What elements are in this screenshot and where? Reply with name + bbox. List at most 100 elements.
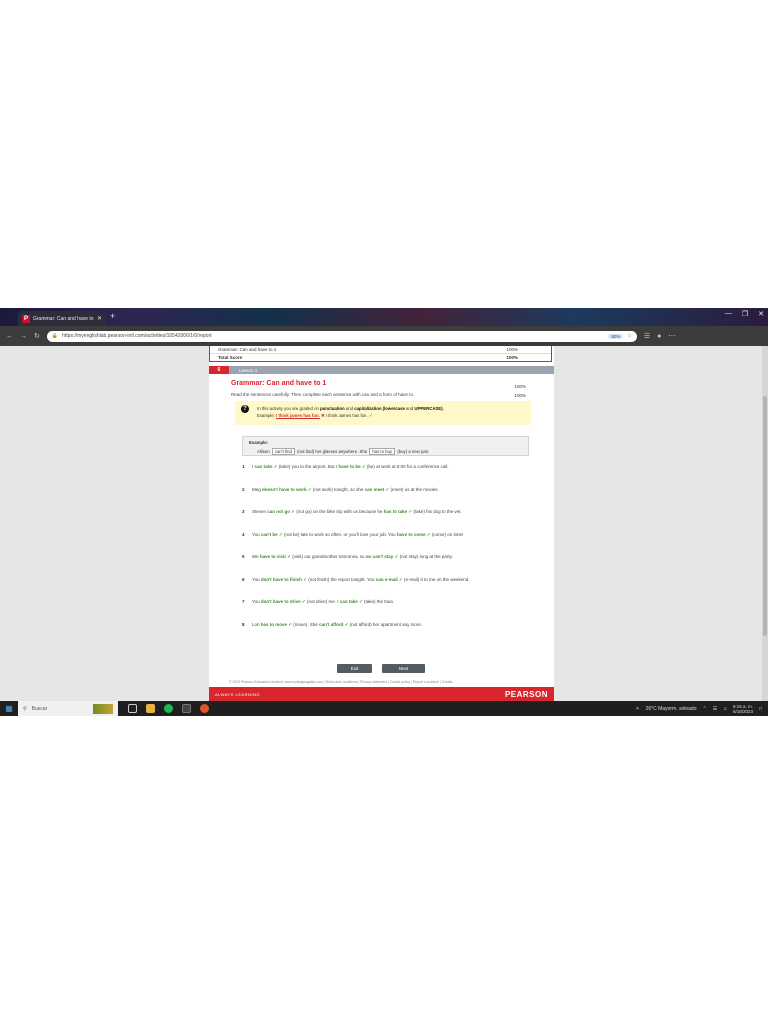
taskbar-clock[interactable]: 9:15 a. m. 6/18/2023 xyxy=(733,704,753,714)
browser-address-bar: ← → ↻ 🔒 https://myenglishlab.pearson-int… xyxy=(0,326,768,346)
correct-answer: doesn't have to work ✓ xyxy=(262,486,312,492)
sentence-text: You xyxy=(252,599,261,604)
question-sentence: Steven can not go ✓ (not go) on the bike… xyxy=(252,509,542,515)
file-explorer-icon[interactable] xyxy=(146,704,155,713)
question-sentence: Meg doesn't have to work ✓ (not work) to… xyxy=(252,487,542,493)
search-icon: ⚲ xyxy=(23,705,27,712)
lesson-bar: 6 Lesson 1 xyxy=(209,366,554,374)
next-button[interactable]: Next xyxy=(382,664,425,673)
correct-answer: can take ✓ xyxy=(254,464,278,469)
sentence-text: (not go) on the bike trip with us becaus… xyxy=(295,509,384,514)
question-number: 7 xyxy=(242,599,245,604)
hint-bold-uppercase: UPPERCASE). xyxy=(414,406,444,411)
question-item: 8 Lori has to move ✓ (move). She can't af… xyxy=(242,622,542,645)
spotify-icon[interactable] xyxy=(164,704,173,713)
question-sentence: I can take ✓ (take) you to the airport. … xyxy=(252,464,542,470)
check-icon: ✓ xyxy=(368,413,373,418)
browser-icon[interactable] xyxy=(200,704,209,713)
question-item: 4 You can't be ✓ (not be) late to work so… xyxy=(242,532,542,555)
taskbar-search[interactable]: ⚲ Buscar xyxy=(18,701,118,716)
correct-answer: have to be ✓ xyxy=(338,464,366,469)
hint-text-a: In this activity you are graded on xyxy=(257,406,321,411)
sentence-text: You xyxy=(252,576,261,582)
network-icon[interactable]: ☰ xyxy=(713,706,717,712)
sentence-text: (visit) our grandmother tomorrow, so we xyxy=(290,554,373,559)
example-answer-2: has to buy xyxy=(369,448,396,455)
exercise-title: Grammar: Can and have to 1 xyxy=(231,380,327,387)
url-field[interactable]: 🔒 https://myenglishlab.pearson-intl.com/… xyxy=(46,330,637,342)
sentence-text: (be) at work at 8:00 for a conference ca… xyxy=(365,464,449,469)
question-sentence: You don't have to drive ✓ (not drive) me… xyxy=(252,599,542,605)
task-view-icon[interactable] xyxy=(128,704,137,713)
weather-text[interactable]: 26°C Mayorm. soleado xyxy=(646,706,697,712)
windows-start-icon[interactable]: ▦ xyxy=(0,704,18,713)
sentence-text: (meet) us at the movies. xyxy=(389,486,439,492)
tray-chevron-icon[interactable]: ⌃ xyxy=(703,706,707,712)
close-window-icon[interactable]: ✕ xyxy=(758,310,764,318)
question-number: 8 xyxy=(242,621,245,627)
question-number: 4 xyxy=(242,531,245,537)
new-tab-button[interactable]: + xyxy=(110,311,115,321)
system-tray: ☀ 26°C Mayorm. soleado ⌃ ☰ ♫ 9:15 a. m. … xyxy=(635,704,768,714)
score-value: 100% xyxy=(506,347,518,352)
instructions-percent: 100% xyxy=(514,393,526,398)
volume-icon[interactable]: ♫ xyxy=(723,706,727,712)
extensions-icon[interactable]: ☰ xyxy=(644,332,650,340)
footer-links[interactable]: © 2023 Pearson Education Limited | www.m… xyxy=(229,680,539,684)
total-score-row: Total Score 100% xyxy=(210,353,551,360)
question-item: 3 Steven can not go ✓ (not go) on the bik… xyxy=(242,509,542,532)
correct-answer: can't be ✓ xyxy=(260,531,283,537)
exit-button[interactable]: Exit xyxy=(337,664,372,673)
hint-bold-lowercase: capitalization (lowercase xyxy=(354,406,405,411)
page-scrollbar[interactable] xyxy=(762,346,768,701)
minimize-icon[interactable]: — xyxy=(725,310,732,318)
total-score-value: 100% xyxy=(506,354,518,360)
sentence-text: (come) on time! xyxy=(430,531,464,537)
close-tab-icon[interactable]: ✕ xyxy=(97,315,102,322)
reload-icon[interactable]: ↻ xyxy=(34,332,40,340)
pearson-favicon-icon: P xyxy=(22,314,30,323)
correct-answer: have to visit ✓ xyxy=(259,554,291,559)
zoom-badge[interactable]: 80% xyxy=(608,333,624,339)
example-text-b: (not find) her glasses anywhere. She xyxy=(295,449,369,454)
hint-text: In this activity you are graded on punct… xyxy=(257,405,444,419)
activity-report: Grammar: Can and have to 1 100% Total Sc… xyxy=(209,346,554,701)
clock-time: 9:15 a. m. xyxy=(732,703,753,709)
back-arrow-icon[interactable]: ← xyxy=(6,333,13,340)
forward-arrow-icon[interactable]: → xyxy=(20,333,27,340)
sentence-text: You xyxy=(252,531,261,537)
sentence-text: (not drive) me. I xyxy=(305,599,340,604)
menu-dots-icon[interactable]: ⋯ xyxy=(668,332,675,340)
notifications-icon[interactable]: □ xyxy=(759,706,762,712)
browser-tab[interactable]: P Grammar: Can and have to 1 - ... ✕ xyxy=(18,311,106,326)
example-text-c: (buy) a new pair. xyxy=(396,449,430,454)
correct-answer: can meet ✓ xyxy=(364,486,390,492)
hint-wrong-example: I think james has fun. xyxy=(276,413,320,418)
question-number: 1 xyxy=(242,464,245,469)
app-icon[interactable] xyxy=(182,704,191,713)
example-heading: Example: xyxy=(249,440,269,445)
sentence-text: (not stay) long at the party. xyxy=(398,554,453,559)
sentence-text: (take) you to the airport. But I xyxy=(277,464,339,469)
profile-icon[interactable]: ● xyxy=(657,333,661,340)
question-item: 7 You don't have to drive ✓ (not drive) m… xyxy=(242,599,542,622)
correct-answer: can't stay ✓ xyxy=(372,554,399,559)
example-answer-1: can't find xyxy=(271,448,295,455)
taskbar-apps xyxy=(118,704,209,713)
score-label: Grammar: Can and have to 1 xyxy=(218,347,277,352)
score-summary: Grammar: Can and have to 1 100% Total Sc… xyxy=(209,346,552,362)
nav-buttons: Exit Next xyxy=(337,664,425,673)
scrollbar-thumb[interactable] xyxy=(763,396,767,636)
maximize-icon[interactable]: ❐ xyxy=(742,310,748,318)
question-item: 6 You don't have to finish ✓ (not finish)… xyxy=(242,577,542,600)
hint-text-c: and xyxy=(404,406,415,411)
question-sentence: We have to visit ✓ (visit) our grandmoth… xyxy=(252,554,542,560)
question-number: 2 xyxy=(242,486,245,492)
sentence-text: (take) his dog to the vet. xyxy=(412,509,462,514)
correct-answer: don't have to finish ✓ xyxy=(260,576,307,582)
question-item: 1 I can take ✓ (take) you to the airport.… xyxy=(242,464,542,487)
hint-example-label: Example: xyxy=(257,413,277,418)
windows-taskbar: ▦ ⚲ Buscar ☀ 26°C Mayorm. soleado ⌃ ☰ ♫ … xyxy=(0,701,768,716)
sentence-text: (not work) tonight, so she xyxy=(311,486,365,492)
favorite-star-icon[interactable]: ☆ xyxy=(627,333,631,339)
